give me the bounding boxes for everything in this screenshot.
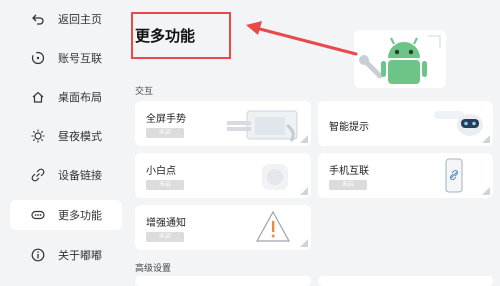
corner-mark-icon — [300, 135, 308, 143]
sidebar-item-label: 关于嘟嘟 — [58, 249, 102, 262]
card-advanced-partial[interactable] — [318, 276, 493, 286]
sun-icon — [30, 128, 46, 144]
sidebar-item-device-link[interactable]: 设备链接 — [10, 160, 122, 190]
card-small-dot[interactable]: 小白点 未启 — [135, 153, 311, 198]
card-label: 增强通知 — [146, 218, 186, 229]
sidebar-item-account-link[interactable]: 账号互联 — [10, 43, 122, 73]
sidebar-item-label: 昼夜模式 — [58, 130, 102, 143]
floating-dot-illustration — [259, 161, 291, 197]
card-label: 手机互联 — [329, 166, 369, 177]
sidebar-item-about[interactable]: 关于嘟嘟 — [10, 240, 122, 270]
robot-illustration — [350, 26, 450, 90]
section-label-interaction: 交互 — [135, 87, 154, 97]
sidebar-item-label: 账号互联 — [58, 52, 102, 65]
status-badge: 未启 — [146, 232, 184, 242]
more-icon — [30, 207, 46, 223]
sidebar-item-label: 设备链接 — [58, 169, 102, 182]
corner-mark-icon — [300, 187, 308, 195]
annotation-highlight-box — [131, 12, 231, 59]
card-label: 小白点 — [146, 166, 176, 177]
card-smart-tips[interactable]: 智能提示 — [318, 101, 493, 146]
card-fullscreen-gesture[interactable]: 全屏手势 未启 — [135, 101, 311, 146]
card-label: 智能提示 — [329, 122, 369, 133]
section-label-advanced: 高级设置 — [135, 264, 172, 274]
sidebar-item-day-night[interactable]: 昼夜模式 — [10, 121, 122, 151]
status-badge: 未启 — [329, 180, 367, 190]
sidebar-item-label: 桌面布局 — [58, 91, 102, 104]
status-badge: 未启 — [146, 180, 184, 190]
card-enhanced-notify[interactable]: 增强通知 未启 — [135, 205, 311, 250]
sidebar-item-label: 更多功能 — [58, 209, 102, 222]
sidebar-item-label: 返回主页 — [58, 13, 102, 26]
sidebar: 返回主页 账号互联 桌面布局 昼夜模式 设备链接 更多功能 关于嘟嘟 — [0, 0, 125, 281]
phone-link-illustration — [444, 158, 464, 198]
card-label: 全屏手势 — [146, 114, 186, 125]
sidebar-item-back-home[interactable]: 返回主页 — [10, 4, 122, 34]
status-badge: 未启 — [146, 128, 184, 138]
back-icon — [30, 11, 46, 27]
corner-mark-icon — [482, 135, 490, 143]
gesture-illustration — [227, 107, 309, 146]
annotation-arrow-icon — [246, 21, 358, 56]
corner-mark-icon — [482, 187, 490, 195]
link-icon — [30, 167, 46, 183]
home-icon — [30, 89, 46, 105]
sidebar-item-more-features[interactable]: 更多功能 — [10, 200, 122, 230]
robot-mini-illustration — [430, 107, 490, 145]
info-icon — [30, 247, 46, 263]
account-link-icon — [30, 50, 46, 66]
card-advanced-partial[interactable] — [135, 276, 311, 286]
corner-mark-icon — [300, 239, 308, 247]
card-phone-link[interactable]: 手机互联 未启 — [318, 153, 493, 198]
sidebar-item-desktop-layout[interactable]: 桌面布局 — [10, 82, 122, 112]
warning-icon — [255, 209, 291, 249]
